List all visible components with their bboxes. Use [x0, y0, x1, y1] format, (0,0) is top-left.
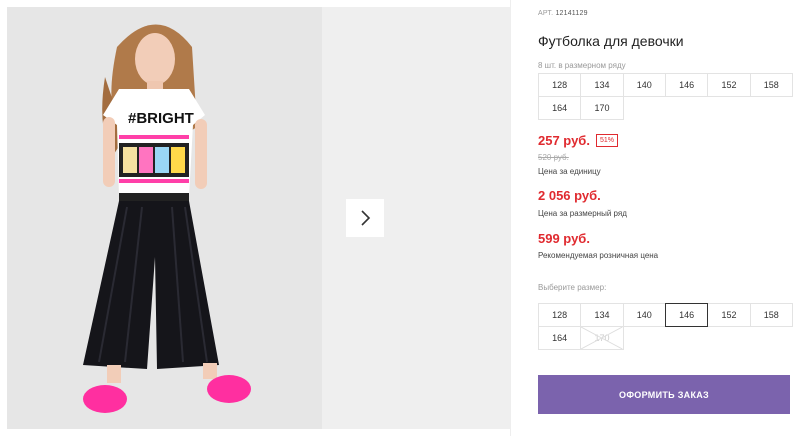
size-option-label: 128 — [552, 310, 568, 320]
size-option-label: 134 — [594, 310, 610, 320]
size-option-134[interactable]: 134 — [580, 303, 624, 327]
range-size-cell: 164 — [538, 96, 582, 120]
size-option-146[interactable]: 146 — [664, 303, 709, 327]
article-value: 12141129 — [555, 10, 588, 17]
product-photo[interactable]: #BRIGHT — [7, 7, 322, 429]
panel-divider — [510, 0, 511, 436]
rrp-price-label: Рекомендуемая розничная цена — [538, 251, 659, 260]
product-gallery: #BRIGHT — [7, 7, 510, 429]
order-button[interactable]: ОФОРМИТЬ ЗАКАЗ — [538, 375, 790, 414]
unavailable-cross-icon — [581, 327, 623, 349]
size-select-label: Выберите размер: — [538, 283, 607, 292]
discount-badge: 51% — [595, 134, 618, 147]
range-count-note: 8 шт. в размерном ряду — [538, 61, 626, 70]
size-option-label: 164 — [552, 333, 568, 343]
chevron-right-icon — [361, 210, 371, 226]
article-label: АРТ. — [538, 10, 554, 17]
range-size-cell: 146 — [664, 73, 709, 97]
size-option-label: 140 — [636, 310, 652, 320]
size-option-label: 146 — [679, 310, 695, 320]
size-option-label: 158 — [763, 310, 779, 320]
next-image-button[interactable] — [346, 199, 384, 237]
girl-illustration: #BRIGHT — [7, 7, 322, 429]
size-selector: 128 134 140 146 152 158 164 170 — [538, 303, 793, 350]
unit-price-label: Цена за единицу — [538, 167, 601, 176]
range-size-cell: 152 — [707, 73, 751, 97]
range-size-cell: 158 — [749, 73, 793, 97]
range-size-cell: 128 — [538, 73, 582, 97]
size-option-label: 152 — [721, 310, 737, 320]
old-price: 520 руб. — [538, 153, 569, 162]
range-sizes-grid: 128 134 140 146 152 158 164 170 — [538, 73, 793, 120]
tshirt-print-text: #BRIGHT — [128, 110, 194, 127]
unit-price: 257 руб. — [538, 133, 590, 148]
size-option-158[interactable]: 158 — [749, 303, 793, 327]
range-size-cell: 140 — [622, 73, 666, 97]
article-number: АРТ. 12141129 — [538, 10, 588, 17]
size-option-164[interactable]: 164 — [538, 326, 582, 350]
size-option-152[interactable]: 152 — [707, 303, 751, 327]
range-price-label: Цена за размерный ряд — [538, 209, 627, 218]
size-option-170: 170 — [580, 326, 624, 350]
next-photo-preview — [322, 7, 510, 429]
range-size-cell: 170 — [580, 96, 624, 120]
size-option-140[interactable]: 140 — [622, 303, 666, 327]
unit-price-row: 257 руб. 51% — [538, 133, 618, 148]
product-title: Футболка для девочки — [538, 33, 684, 49]
rrp-price: 599 руб. — [538, 231, 590, 246]
range-price: 2 056 руб. — [538, 188, 601, 203]
range-size-cell: 134 — [580, 73, 624, 97]
size-option-128[interactable]: 128 — [538, 303, 582, 327]
